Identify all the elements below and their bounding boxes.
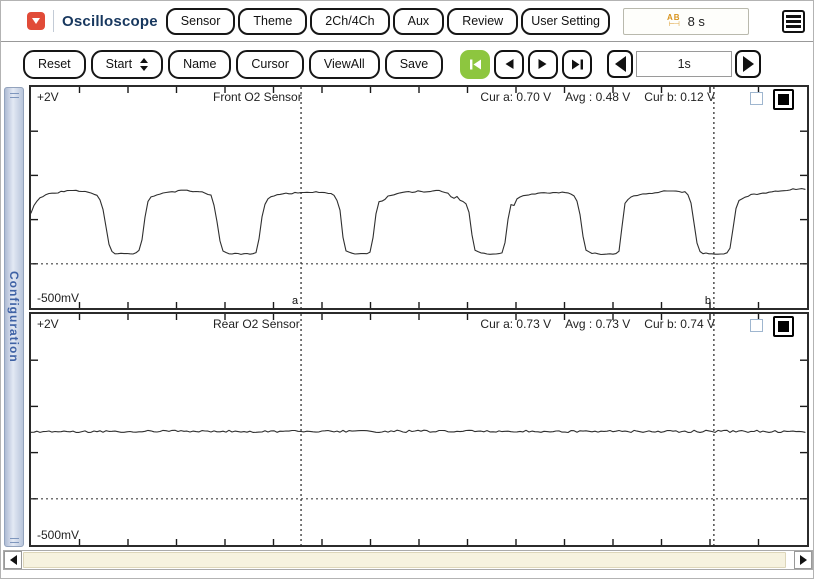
oscilloscope-window: Oscilloscope Sensor Theme 2Ch/4Ch Aux Re…: [0, 0, 814, 579]
ab-time-value: 8 s: [688, 14, 705, 29]
tab-grip-bottom-icon: [10, 538, 19, 543]
title-separator: [53, 10, 54, 32]
ch2-waveform-plot: [31, 314, 807, 545]
ch2-checkbox[interactable]: [750, 319, 763, 332]
ch2-avg-readout: Avg : 0.73 V: [565, 317, 630, 331]
skip-end-icon: [571, 58, 584, 71]
ch1-checkbox[interactable]: [750, 92, 763, 105]
ab-time-display: AB ⊢⊣ 8 s: [623, 8, 749, 35]
theme-button[interactable]: Theme: [238, 8, 307, 35]
scrollbar-track[interactable]: [22, 551, 794, 569]
ch1-color-button[interactable]: [773, 89, 794, 110]
ch1-color-swatch: [778, 94, 789, 105]
play-icon: [537, 58, 549, 70]
channel-rear-o2[interactable]: +2V Rear O2 Sensor Cur a: 0.73 V Avg : 0…: [29, 312, 809, 547]
ch2-cursor-b-readout: Cur b: 0.74 V: [644, 317, 715, 331]
scroll-left-button[interactable]: [4, 551, 22, 569]
ch2-cursor-a-readout: Cur a: 0.73 V: [480, 317, 551, 331]
time-div-increase-button[interactable]: [735, 50, 761, 78]
ch2-top-voltage-label: +2V: [37, 317, 59, 331]
tab-grip-top-icon: [10, 93, 19, 98]
second-toolbar: Reset Start Name Cursor ViewAll Save: [1, 43, 813, 85]
ch1-title: Front O2 Sensor: [213, 90, 302, 104]
step-back-button[interactable]: [494, 50, 524, 79]
ch2-title: Rear O2 Sensor: [213, 317, 300, 331]
user-setting-button[interactable]: User Setting: [521, 8, 610, 35]
sensor-button[interactable]: Sensor: [166, 8, 236, 35]
svg-text:b: b: [705, 295, 711, 307]
ch2-bottom-voltage-label: -500mV: [37, 528, 79, 542]
ab-cursor-icon: AB ⊢⊣: [667, 14, 681, 28]
save-button[interactable]: Save: [385, 50, 444, 79]
ch1-top-voltage-label: +2V: [37, 90, 59, 104]
ch2-color-button[interactable]: [773, 316, 794, 337]
configuration-tab-label: Configuration: [7, 271, 21, 363]
ch2-color-swatch: [778, 321, 789, 332]
viewall-button[interactable]: ViewAll: [309, 50, 380, 79]
app-dropdown-icon[interactable]: [27, 12, 45, 30]
ch1-waveform-plot: ab: [31, 87, 807, 308]
ch2-readouts: Cur a: 0.73 V Avg : 0.73 V Cur b: 0.74 V: [480, 317, 715, 331]
time-per-div-control: 1s: [607, 50, 761, 78]
reset-button[interactable]: Reset: [23, 50, 86, 79]
ch1-cursor-b-readout: Cur b: 0.12 V: [644, 90, 715, 104]
scroll-right-icon: [800, 555, 807, 565]
scroll-right-button[interactable]: [794, 551, 812, 569]
play-button[interactable]: [528, 50, 558, 79]
ch1-cursor-a-readout: Cur a: 0.70 V: [480, 90, 551, 104]
arrow-left-icon: [615, 56, 626, 72]
channel-mode-button[interactable]: 2Ch/4Ch: [310, 8, 389, 35]
scrollbar-thumb[interactable]: [23, 552, 786, 568]
skip-to-start-button[interactable]: [460, 50, 490, 79]
transport-controls: [460, 50, 592, 79]
start-button[interactable]: Start: [91, 50, 163, 79]
skip-to-end-button[interactable]: [562, 50, 592, 79]
step-back-icon: [503, 58, 515, 70]
skip-start-icon: [469, 58, 482, 71]
start-spinner-icon: [140, 58, 148, 71]
page-title: Oscilloscope: [62, 13, 158, 30]
time-per-div-value: 1s: [636, 51, 732, 77]
ch1-bottom-voltage-label: -500mV: [37, 291, 79, 305]
ch1-readouts: Cur a: 0.70 V Avg : 0.48 V Cur b: 0.12 V: [480, 90, 715, 104]
horizontal-scrollbar[interactable]: [3, 550, 813, 570]
menu-icon[interactable]: [782, 10, 805, 33]
titlebar: Oscilloscope Sensor Theme 2Ch/4Ch Aux Re…: [1, 1, 813, 42]
review-button[interactable]: Review: [447, 8, 518, 35]
svg-text:a: a: [292, 295, 299, 307]
configuration-tab[interactable]: Configuration: [4, 87, 24, 547]
aux-button[interactable]: Aux: [393, 8, 445, 35]
name-button[interactable]: Name: [168, 50, 231, 79]
time-div-decrease-button[interactable]: [607, 50, 633, 78]
cursor-button[interactable]: Cursor: [236, 50, 304, 79]
chevron-down-icon: [32, 18, 40, 24]
ch1-avg-readout: Avg : 0.48 V: [565, 90, 630, 104]
channel-front-o2[interactable]: +2V Front O2 Sensor Cur a: 0.70 V Avg : …: [29, 85, 809, 310]
arrow-right-icon: [743, 56, 754, 72]
scroll-left-icon: [10, 555, 17, 565]
